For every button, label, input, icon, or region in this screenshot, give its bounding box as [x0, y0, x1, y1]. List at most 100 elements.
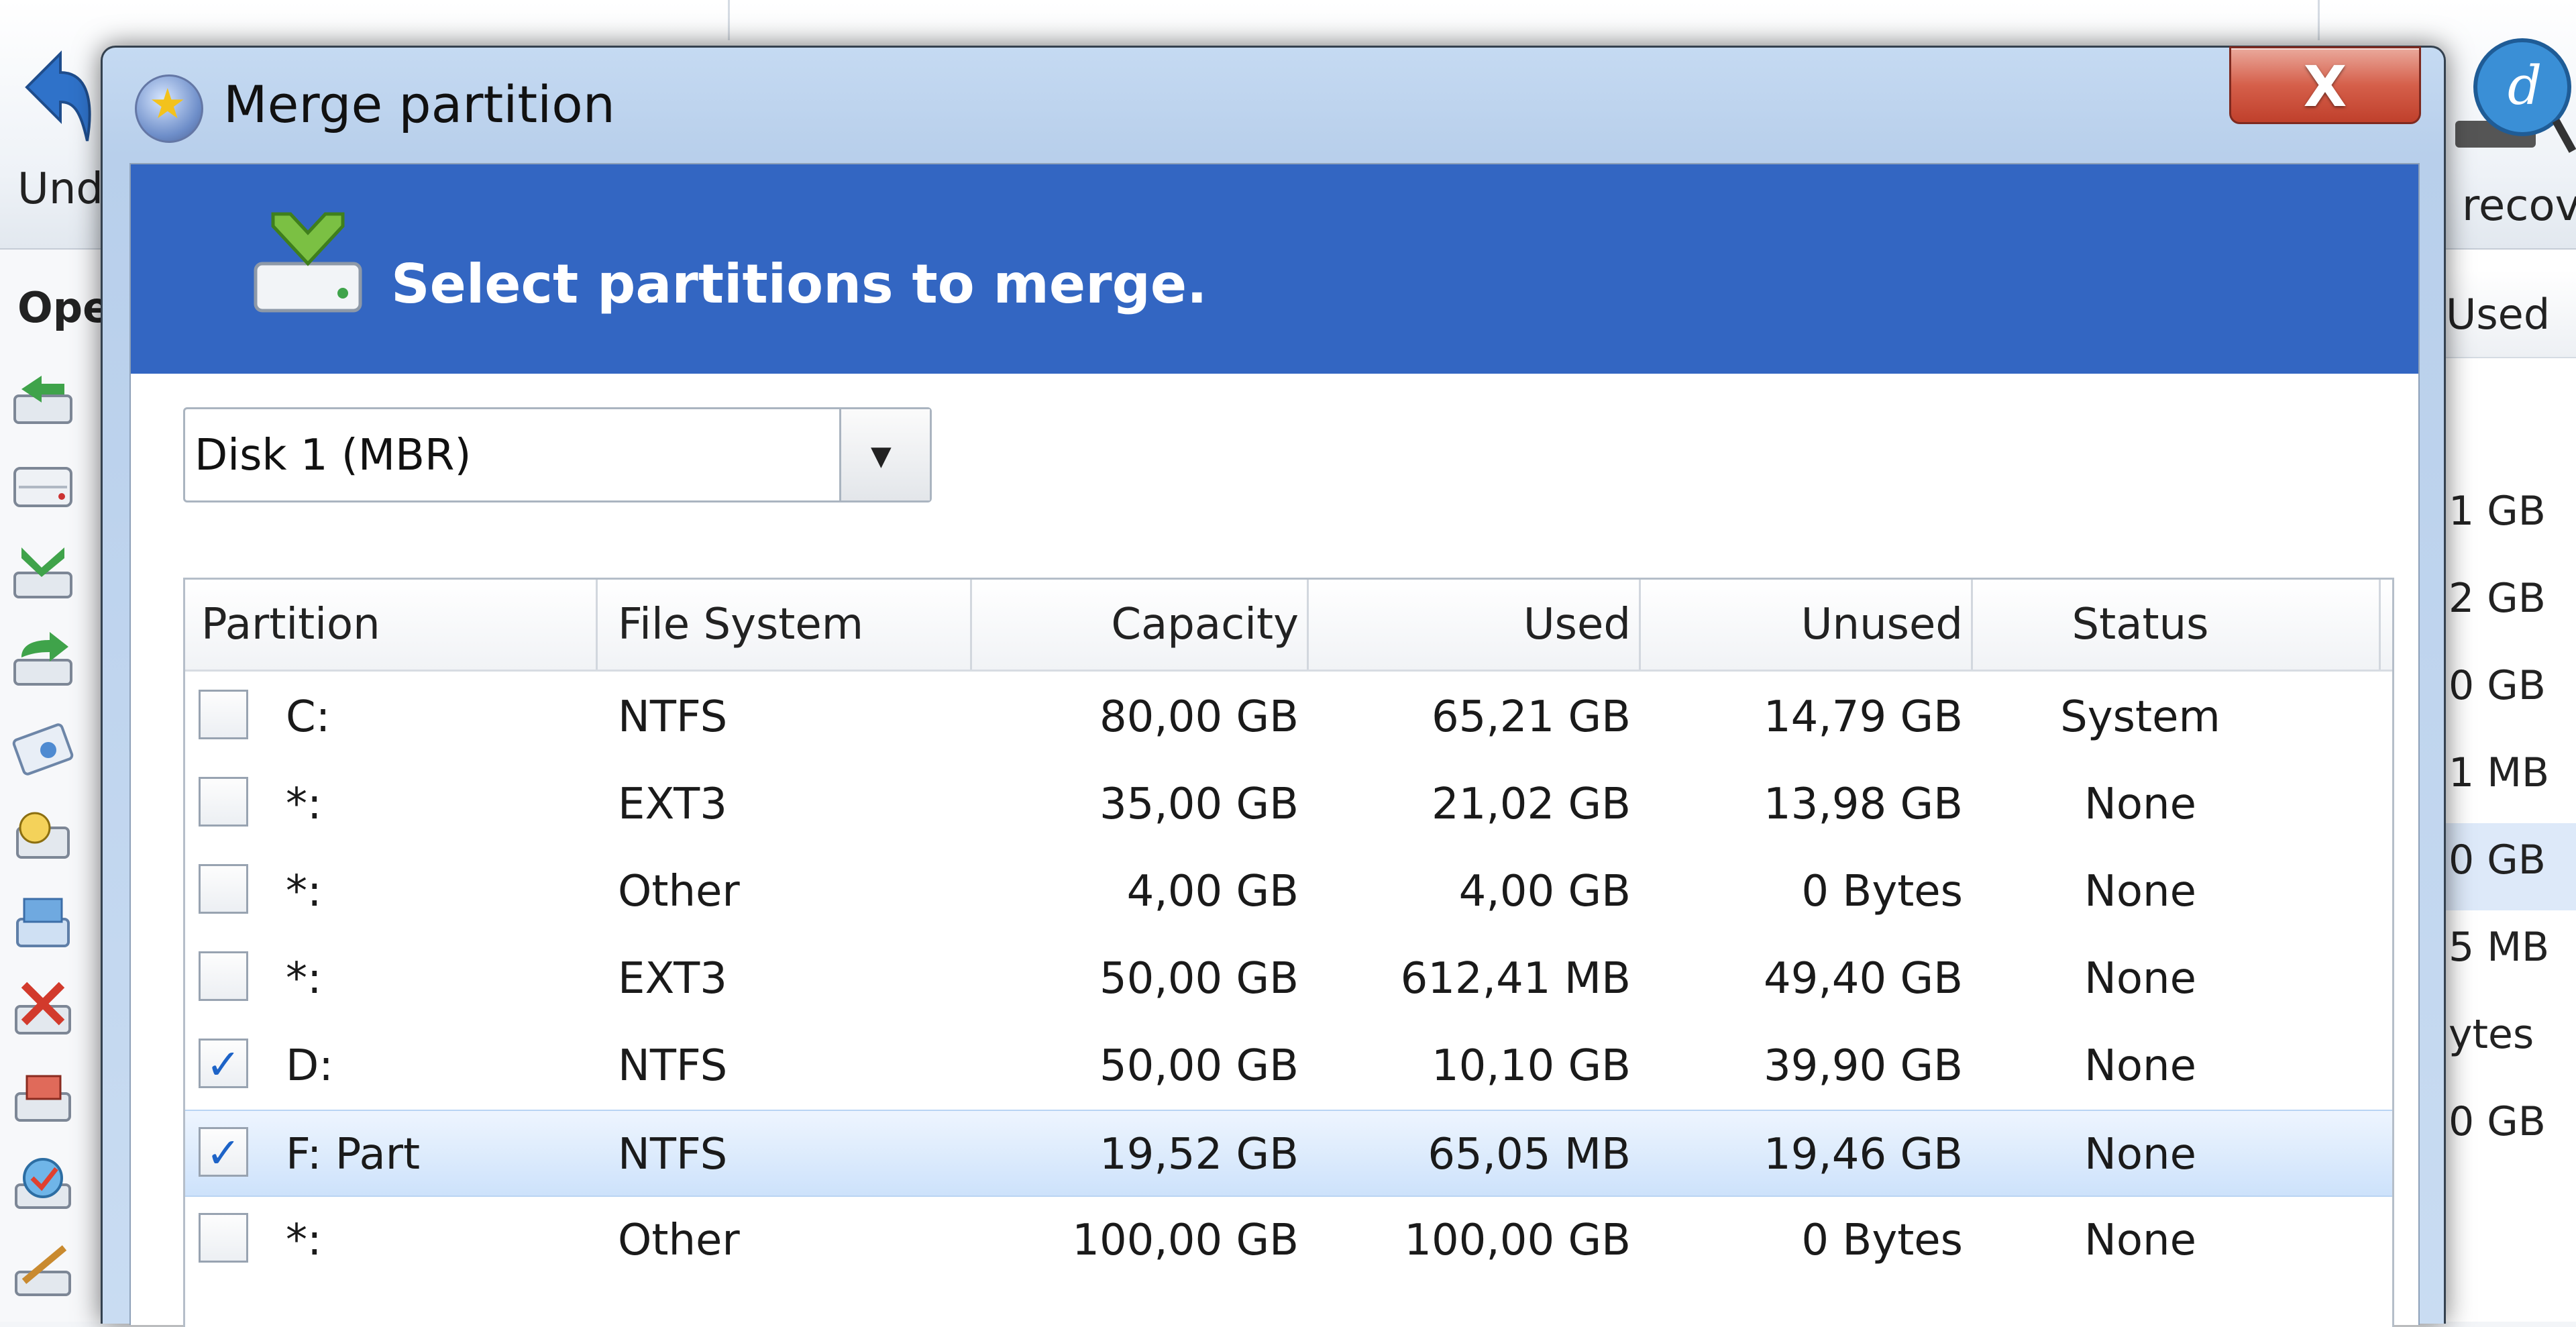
- format-partition-icon[interactable]: [8, 892, 78, 953]
- cell-unused: 0 Bytes: [1801, 867, 1963, 916]
- grid-cell: 0 GB: [2449, 662, 2546, 709]
- merge-partition-dialog: ★ Merge partition X Select partitions to…: [101, 46, 2446, 1327]
- cell-partition: *:: [286, 954, 322, 1004]
- cell-file-system: NTFS: [618, 1041, 728, 1091]
- partition-checkbox[interactable]: [199, 951, 248, 1001]
- column-header-status[interactable]: Status: [1971, 580, 2310, 670]
- move-partition-icon[interactable]: [8, 631, 78, 691]
- data-recovery-label: recov: [2462, 181, 2576, 231]
- grid-cell: 1 GB: [2449, 488, 2546, 535]
- table-row[interactable]: *: Other 4,00 GB 4,00 GB 0 Bytes None: [185, 848, 2392, 935]
- grid-cell: 0 GB: [2449, 1098, 2546, 1145]
- disk-select[interactable]: Disk 1 (MBR) ▼: [183, 407, 932, 502]
- column-header-capacity[interactable]: Capacity: [970, 580, 1299, 670]
- cell-partition: F: Part: [286, 1130, 421, 1179]
- column-divider[interactable]: [596, 580, 598, 670]
- cell-file-system: Other: [618, 1216, 740, 1265]
- column-header-partition[interactable]: Partition: [201, 580, 380, 670]
- partition-grid-background: Used 1 GB 2 GB 0 GB 1 MB 0 GB 5 MB ytes …: [2442, 250, 2576, 1322]
- edit-partition-icon[interactable]: [8, 1241, 78, 1302]
- grid-cell: 1 MB: [2449, 749, 2550, 796]
- cell-file-system: Other: [618, 867, 740, 916]
- cell-capacity: 100,00 GB: [1072, 1216, 1299, 1265]
- check-partition-icon[interactable]: [8, 1154, 78, 1214]
- cell-status: None: [2084, 780, 2196, 829]
- dialog-body: Select partitions to merge. Disk 1 (MBR)…: [129, 163, 2420, 1327]
- cell-used: 10,10 GB: [1431, 1041, 1631, 1091]
- table-row[interactable]: C: NTFS 80,00 GB 65,21 GB 14,79 GB System: [185, 674, 2392, 761]
- cell-file-system: EXT3: [618, 954, 727, 1004]
- cell-used: 21,02 GB: [1431, 780, 1631, 829]
- grid-header-used[interactable]: Used: [2442, 270, 2576, 358]
- grid-cell: 0 GB: [2449, 837, 2546, 884]
- grid-cell: 5 MB: [2449, 924, 2550, 971]
- svg-text:d: d: [2508, 54, 2542, 117]
- undo-label: Und: [17, 164, 104, 214]
- grid-cell: 2 GB: [2449, 575, 2546, 622]
- check-icon: ✓: [206, 1128, 241, 1177]
- merge-partition-icon: [254, 212, 362, 313]
- cell-unused: 39,90 GB: [1763, 1041, 1963, 1091]
- cell-used: 100,00 GB: [1404, 1216, 1631, 1265]
- resize-partition-icon[interactable]: [8, 718, 78, 778]
- disk-icon[interactable]: [8, 456, 78, 517]
- banner-heading: Select partitions to merge.: [391, 253, 1208, 315]
- cell-status: System: [2060, 692, 2220, 742]
- merge-partition-icon[interactable]: [8, 543, 78, 604]
- cell-used: 65,05 MB: [1428, 1130, 1631, 1179]
- column-header-file-system[interactable]: File System: [618, 580, 863, 670]
- cell-unused: 19,46 GB: [1763, 1130, 1963, 1179]
- cell-capacity: 35,00 GB: [1099, 780, 1299, 829]
- dropdown-arrow-icon: ▼: [871, 441, 892, 472]
- undo-icon: [25, 50, 91, 142]
- cell-status: None: [2084, 867, 2196, 916]
- cell-partition: *:: [286, 1216, 322, 1265]
- table-row[interactable]: ✓ F: Part NTFS 19,52 GB 65,05 MB 19,46 GB None: [185, 1110, 2392, 1197]
- cell-status: None: [2084, 1041, 2196, 1091]
- table-row[interactable]: *: Other 100,00 GB 100,00 GB 0 Bytes None: [185, 1197, 2392, 1284]
- label-partition-icon[interactable]: [8, 805, 78, 865]
- wipe-partition-icon[interactable]: [8, 1067, 78, 1127]
- cell-capacity: 50,00 GB: [1099, 954, 1299, 1004]
- delete-partition-icon[interactable]: [8, 979, 78, 1040]
- cell-capacity: 19,52 GB: [1099, 1130, 1299, 1179]
- cell-file-system: EXT3: [618, 780, 727, 829]
- partition-checkbox[interactable]: ✓: [199, 1127, 248, 1177]
- table-row[interactable]: *: EXT3 35,00 GB 21,02 GB 13,98 GB None: [185, 761, 2392, 848]
- undo-button[interactable]: Und: [0, 40, 104, 228]
- disk-select-dropdown-button[interactable]: ▼: [839, 409, 930, 500]
- cell-unused: 14,79 GB: [1763, 692, 1963, 742]
- app-logo-icon: ★: [135, 74, 203, 143]
- cell-used: 65,21 GB: [1431, 692, 1631, 742]
- cell-file-system: NTFS: [618, 692, 728, 742]
- copy-partition-icon[interactable]: [8, 369, 78, 429]
- cell-partition: *:: [286, 867, 322, 916]
- partition-checkbox[interactable]: [199, 864, 248, 914]
- partition-checkbox[interactable]: [199, 777, 248, 827]
- cell-partition: D:: [286, 1041, 333, 1091]
- column-divider[interactable]: [2379, 580, 2381, 670]
- grid-cell: ytes: [2449, 1011, 2534, 1058]
- cell-capacity: 4,00 GB: [1126, 867, 1299, 916]
- partition-checkbox[interactable]: [199, 690, 248, 739]
- grid-header-used-label: Used: [2446, 290, 2551, 339]
- data-recovery-icon: d: [2455, 38, 2576, 153]
- cell-status: None: [2084, 1130, 2196, 1179]
- table-row[interactable]: *: EXT3 50,00 GB 612,41 MB 49,40 GB None: [185, 935, 2392, 1022]
- close-button[interactable]: X: [2229, 46, 2421, 124]
- cell-file-system: NTFS: [618, 1130, 728, 1179]
- operations-panel-title: Ope: [17, 283, 111, 332]
- dialog-banner: Select partitions to merge.: [131, 164, 2418, 374]
- check-icon: ✓: [206, 1040, 241, 1089]
- table-header: Partition File System Capacity Used Unus…: [185, 580, 2392, 672]
- close-icon: X: [2303, 54, 2347, 119]
- partition-checkbox[interactable]: [199, 1213, 248, 1263]
- cell-capacity: 50,00 GB: [1099, 1041, 1299, 1091]
- column-header-unused[interactable]: Unused: [1639, 580, 1963, 670]
- disk-select-value: Disk 1 (MBR): [195, 431, 472, 480]
- column-header-used[interactable]: Used: [1307, 580, 1631, 670]
- partition-checkbox[interactable]: ✓: [199, 1039, 248, 1089]
- cell-partition: *:: [286, 780, 322, 829]
- cell-partition: C:: [286, 692, 331, 742]
- table-row[interactable]: ✓ D: NTFS 50,00 GB 10,10 GB 39,90 GB None: [185, 1022, 2392, 1110]
